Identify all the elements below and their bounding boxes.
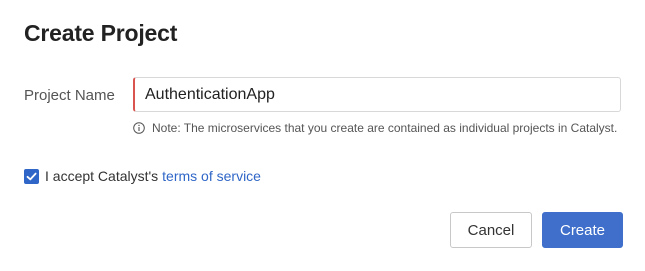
note-text: Note: The microservices that you create … (152, 121, 618, 135)
terms-acceptance-row: I accept Catalyst's terms of service (24, 168, 261, 184)
info-circle-icon (133, 122, 145, 134)
cancel-button[interactable]: Cancel (450, 212, 532, 248)
terms-of-service-link[interactable]: terms of service (162, 168, 261, 184)
check-icon (26, 172, 37, 180)
accept-terms-label: I accept Catalyst's (45, 168, 159, 184)
accept-terms-checkbox[interactable] (24, 168, 39, 184)
project-name-field-wrapper (133, 77, 621, 112)
dialog-title: Create Project (24, 20, 178, 46)
project-name-note: Note: The microservices that you create … (133, 121, 617, 135)
create-button[interactable]: Create (542, 212, 623, 248)
project-name-input[interactable] (135, 78, 620, 111)
project-name-label: Project Name (24, 87, 115, 104)
create-project-dialog: Create Project Project Name Note: The mi… (0, 0, 645, 271)
